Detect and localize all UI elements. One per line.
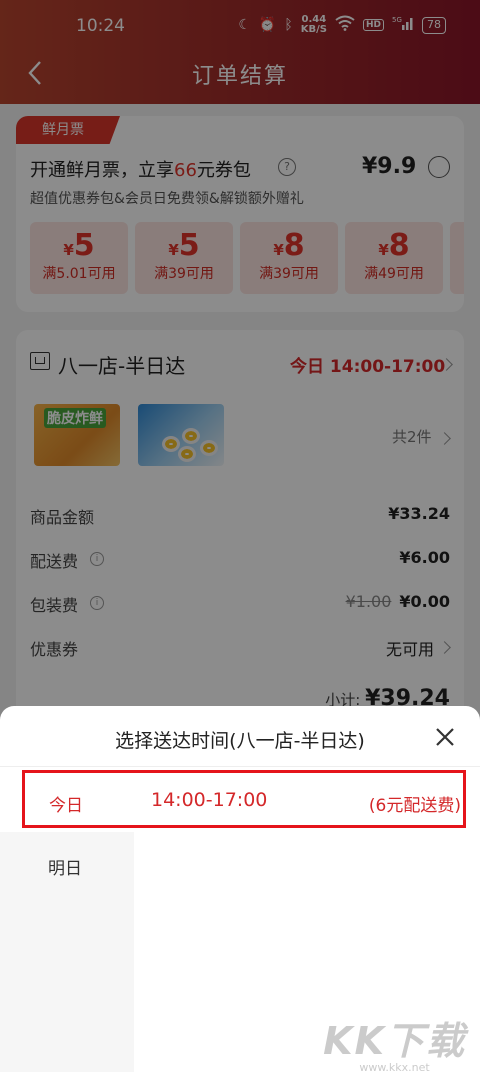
- time-slot[interactable]: 14:00-17:00: [151, 789, 267, 811]
- divider: [0, 766, 480, 767]
- close-icon: [436, 728, 454, 746]
- slot-fee: (6元配送费): [368, 796, 461, 816]
- sheet-title: 选择送达时间(八一店-半日达): [115, 730, 365, 752]
- selected-time-slot[interactable]: 今日 14:00-17:00 (6元配送费): [22, 770, 466, 828]
- day-today[interactable]: 今日: [49, 791, 83, 816]
- close-button[interactable]: [434, 726, 456, 748]
- watermark-logo: KK下载 www.kkx.net: [323, 1019, 466, 1072]
- day-tomorrow[interactable]: 明日: [48, 854, 82, 879]
